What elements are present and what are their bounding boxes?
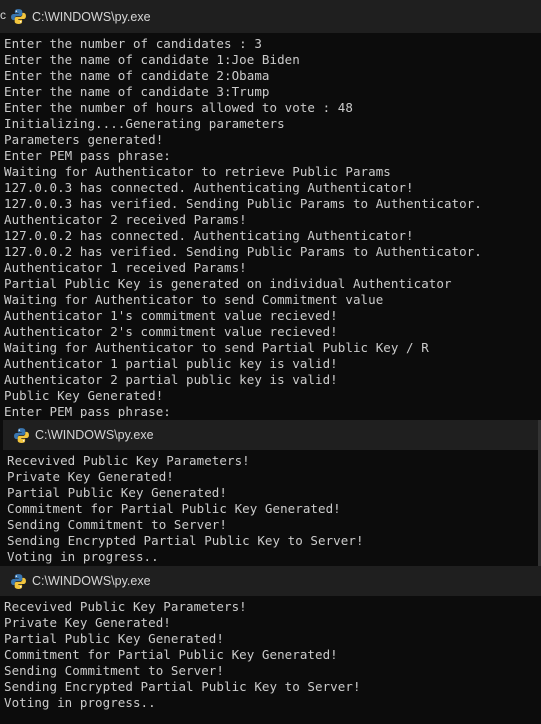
console-line: Sending Encrypted Partial Public Key to … [4, 679, 361, 694]
python-icon [11, 573, 26, 589]
console-line: Partial Public Key Generated! [4, 631, 224, 646]
console-output: Enter the number of candidates : 3 Enter … [0, 33, 541, 418]
console-line: Waiting for Authenticator to retrieve Pu… [4, 164, 391, 179]
console-line: Enter PEM pass phrase: [4, 148, 171, 163]
console-line: Waiting for Authenticator to send Commit… [4, 292, 384, 307]
offscreen-glyph: c [0, 8, 6, 22]
console-line: Authenticator 2 partial public key is va… [4, 372, 338, 387]
console-line: Waiting for Authenticator to send Partia… [4, 340, 429, 355]
console-line: Partial Public Key Generated! [7, 485, 227, 500]
console-line: Enter PEM pass phrase: [4, 404, 171, 418]
console-line: Voting in progress.. [4, 695, 156, 710]
console-line: Enter the name of candidate 1:Joe Biden [4, 52, 300, 67]
console-line: Private Key Generated! [4, 615, 171, 630]
console-window-server[interactable]: c C:\WINDOWS\py.exe Enter the number of … [0, 0, 541, 418]
python-icon [14, 427, 29, 443]
console-line: Authenticator 1's commitment value recie… [4, 308, 338, 323]
console-line: Commitment for Partial Public Key Genera… [4, 647, 338, 662]
console-window-authenticator-2[interactable]: C:\WINDOWS\py.exe Recevived Public Key P… [0, 566, 541, 724]
console-line: Partial Public Key is generated on indiv… [4, 276, 452, 291]
console-line: Authenticator 2's commitment value recie… [4, 324, 338, 339]
console-output: Recevived Public Key Parameters! Private … [3, 450, 538, 565]
console-line: Commitment for Partial Public Key Genera… [7, 501, 341, 516]
console-line: Enter the name of candidate 3:Trump [4, 84, 270, 99]
console-line: Private Key Generated! [7, 469, 174, 484]
console-line: Authenticator 2 received Params! [4, 212, 247, 227]
console-line: Recevived Public Key Parameters! [4, 599, 247, 614]
window-title: C:\WINDOWS\py.exe [35, 428, 154, 442]
console-line: Recevived Public Key Parameters! [7, 453, 250, 468]
window-title: C:\WINDOWS\py.exe [32, 9, 151, 24]
console-line: Sending Encrypted Partial Public Key to … [7, 533, 364, 548]
window-titlebar[interactable]: C:\WINDOWS\py.exe [0, 566, 541, 596]
console-line: Sending Commitment to Server! [4, 663, 224, 678]
python-icon [11, 9, 26, 24]
console-window-authenticator-1[interactable]: C:\WINDOWS\py.exe Recevived Public Key P… [0, 420, 541, 566]
console-line: Initializing....Generating parameters [4, 116, 285, 131]
console-line: 127.0.0.3 has verified. Sending Public P… [4, 196, 482, 211]
console-line: Authenticator 1 received Params! [4, 260, 247, 275]
console-line: Public Key Generated! [4, 388, 164, 403]
console-line: 127.0.0.3 has connected. Authenticating … [4, 180, 414, 195]
console-line: Sending Commitment to Server! [7, 517, 227, 532]
console-output: Recevived Public Key Parameters! Private … [0, 596, 541, 711]
window-titlebar[interactable]: C:\WINDOWS\py.exe [3, 420, 538, 450]
console-line: Enter the number of hours allowed to vot… [4, 100, 353, 115]
console-line: Parameters generated! [4, 132, 164, 147]
console-line: Authenticator 1 partial public key is va… [4, 356, 338, 371]
console-line: Enter the name of candidate 2:Obama [4, 68, 270, 83]
window-titlebar[interactable]: c C:\WINDOWS\py.exe [0, 0, 541, 33]
console-line: Voting in progress.. [7, 549, 159, 564]
console-line: 127.0.0.2 has verified. Sending Public P… [4, 244, 482, 259]
window-title: C:\WINDOWS\py.exe [32, 574, 151, 588]
console-line: Enter the number of candidates : 3 [4, 36, 262, 51]
console-line: 127.0.0.2 has connected. Authenticating … [4, 228, 414, 243]
